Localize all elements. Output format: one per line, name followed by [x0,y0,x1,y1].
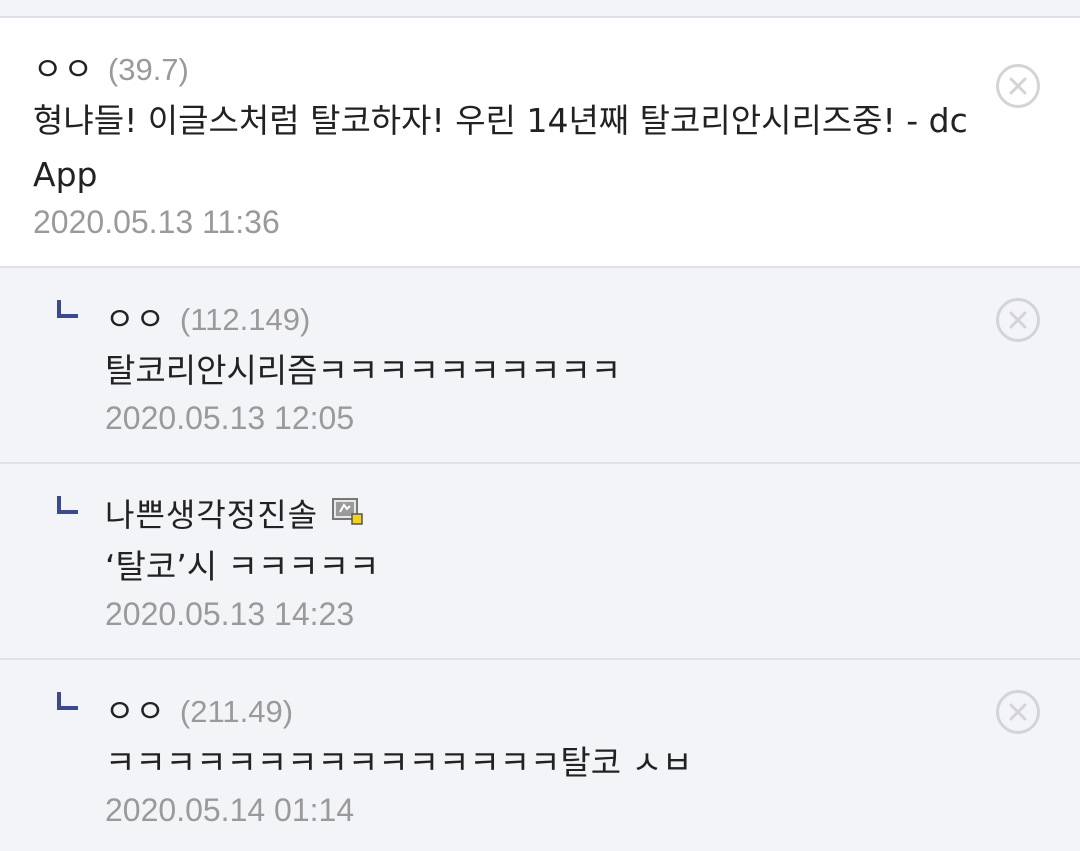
reply-meta: ㅇㅇ (211.49) [105,686,1020,730]
reply-arrow-icon [57,692,78,710]
comment-ip: (39.7) [107,52,189,87]
reply-item: ㅇㅇ (112.149) 탈코리안시리즘ㅋㅋㅋㅋㅋㅋㅋㅋㅋㅋ 2020.05.1… [0,268,1080,464]
comment-item: ㅇㅇ (39.7) 형냐들! 이글스처럼 탈코하자! 우린 14년째 탈코리안시… [0,18,1080,268]
reply-item: ㅇㅇ (211.49) ㅋㅋㅋㅋㅋㅋㅋㅋㅋㅋㅋㅋㅋㅋㅋ탈코 ㅅㅂ 2020.05… [0,660,1080,851]
gallery-member-icon [332,498,364,526]
reply-ip: (211.49) [179,694,294,729]
comment-meta: ㅇㅇ (39.7) [33,44,1020,88]
comment-date: 2020.05.13 11:36 [33,204,280,240]
reply-meta: ㅇㅇ (112.149) [105,294,1020,338]
reply-text: ㅋㅋㅋㅋㅋㅋㅋㅋㅋㅋㅋㅋㅋㅋㅋ탈코 ㅅㅂ [105,743,693,782]
top-strip [0,0,1080,18]
delete-reply-button[interactable] [996,690,1040,734]
comment-text: 형냐들! 이글스처럼 탈코하자! 우린 14년째 탈코리안시리즈중! - dc … [33,101,968,194]
reply-arrow-icon [57,496,78,514]
reply-text: ‘탈코’시 ㅋㅋㅋㅋㅋ [105,547,380,586]
close-circle-icon [1009,703,1027,721]
close-circle-icon [1009,77,1027,95]
reply-text: 탈코리안시리즘ㅋㅋㅋㅋㅋㅋㅋㅋㅋㅋ [105,351,622,390]
delete-reply-button[interactable] [996,298,1040,342]
close-circle-icon [1009,311,1027,329]
reply-item: 나쁜생각정진솔 ‘탈코’시 ㅋㅋㅋㅋㅋ 2020.05.13 14:23 [0,464,1080,660]
delete-comment-button[interactable] [996,64,1040,108]
reply-arrow-icon [57,300,78,318]
reply-nickname[interactable]: ㅇㅇ [105,294,166,340]
reply-date: 2020.05.14 01:14 [105,792,355,828]
comment-nickname[interactable]: ㅇㅇ [33,44,94,90]
reply-date: 2020.05.13 14:23 [105,596,355,632]
reply-date: 2020.05.13 12:05 [105,400,355,436]
reply-ip: (112.149) [179,302,311,337]
reply-nickname[interactable]: ㅇㅇ [105,686,166,732]
reply-nickname[interactable]: 나쁜생각정진솔 [105,490,318,536]
reply-meta: 나쁜생각정진솔 [105,490,1020,534]
